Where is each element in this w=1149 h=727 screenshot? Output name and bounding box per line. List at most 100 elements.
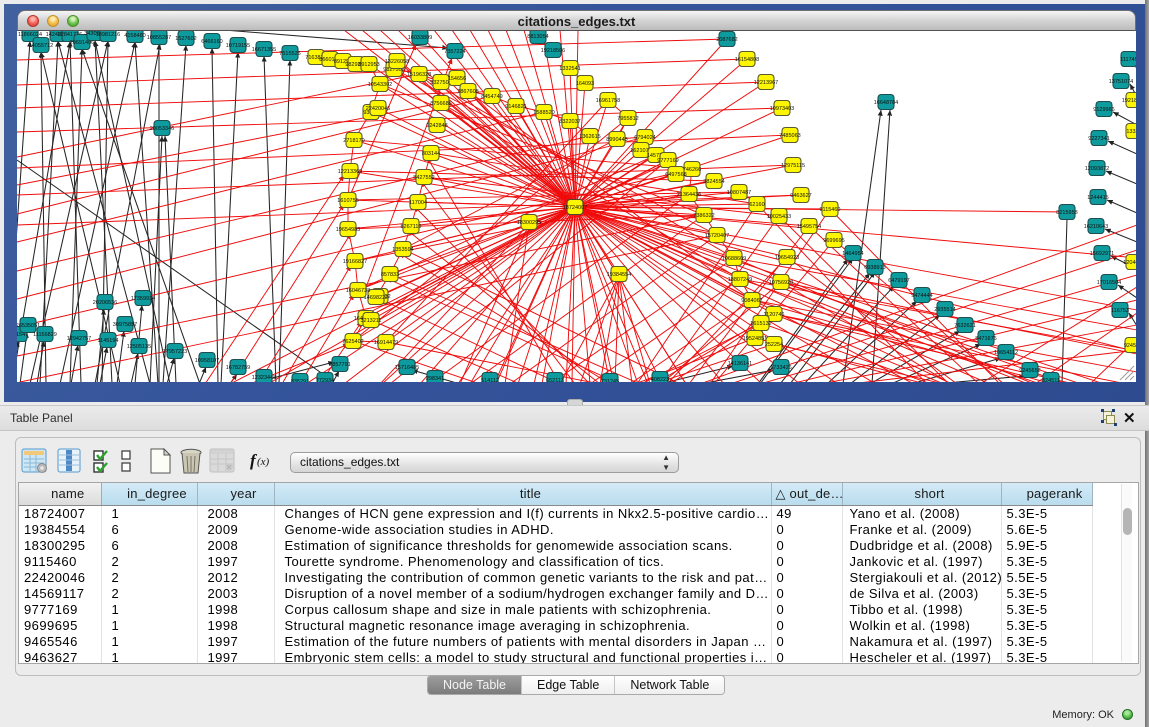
svg-text:16210643: 16210643 — [1084, 224, 1108, 230]
svg-text:20206536: 20206536 — [93, 300, 117, 306]
svg-text:9699695: 9699695 — [823, 238, 844, 244]
svg-text:11866024: 11866024 — [18, 32, 42, 38]
svg-text:12213369: 12213369 — [338, 169, 362, 175]
svg-text:19218506: 19218506 — [1122, 98, 1136, 104]
svg-text:14136141: 14136141 — [728, 361, 752, 367]
svg-text:1244415: 1244415 — [1087, 195, 1108, 201]
svg-text:7386322: 7386322 — [693, 213, 714, 219]
svg-text:12323448: 12323448 — [252, 375, 276, 381]
svg-text:19654923: 19654923 — [775, 255, 799, 261]
svg-text:12505135: 12505135 — [127, 344, 151, 350]
svg-text:15196328: 15196328 — [407, 72, 431, 78]
svg-text:15720407: 15720407 — [705, 233, 729, 239]
svg-text:1464954: 1464954 — [842, 251, 863, 257]
svg-text:(x): (x) — [257, 456, 270, 468]
svg-text:6938913: 6938913 — [864, 265, 885, 271]
svg-text:10807487: 10807487 — [727, 190, 751, 196]
svg-text:164093: 164093 — [576, 81, 594, 87]
svg-text:7515526: 7515526 — [279, 51, 300, 57]
svg-text:13226058: 13226058 — [385, 59, 409, 65]
svg-text:16671355: 16671355 — [252, 47, 276, 53]
svg-text:9084067: 9084067 — [741, 298, 762, 304]
svg-text:17016504: 17016504 — [1097, 280, 1121, 286]
svg-text:10756928: 10756928 — [769, 280, 793, 286]
svg-text:9242848: 9242848 — [426, 123, 447, 129]
svg-text:19524851: 19524851 — [743, 336, 767, 342]
svg-text:835291: 835291 — [291, 379, 309, 382]
svg-text:18807249: 18807249 — [728, 277, 752, 283]
svg-text:8990448: 8990448 — [606, 137, 627, 143]
svg-text:857833: 857833 — [381, 272, 399, 278]
svg-text:17957223: 17957223 — [163, 349, 187, 355]
svg-text:8756685: 8756685 — [430, 101, 451, 107]
svg-text:9129966: 9129966 — [1093, 107, 1114, 113]
svg-text:2935514: 2935514 — [934, 307, 955, 313]
svg-text:514112: 514112 — [481, 378, 499, 382]
svg-text:17359934: 17359934 — [131, 296, 155, 302]
svg-text:3213211: 3213211 — [360, 318, 381, 324]
svg-text:4158480: 4158480 — [124, 33, 145, 39]
svg-text:924502: 924502 — [1124, 343, 1136, 349]
svg-text:10855287: 10855287 — [147, 35, 171, 41]
svg-text:7357224: 7357224 — [444, 49, 465, 55]
svg-text:16648784: 16648784 — [874, 100, 898, 106]
svg-text:6794024: 6794024 — [634, 135, 655, 141]
svg-text:6479197: 6479197 — [888, 278, 909, 284]
svg-text:15692971: 15692971 — [1090, 251, 1114, 257]
svg-text:117004: 117004 — [409, 200, 427, 206]
svg-text:14055712: 14055712 — [29, 43, 53, 49]
svg-text:9857791: 9857791 — [329, 362, 350, 368]
svg-text:15716485: 15716485 — [395, 365, 419, 371]
svg-text:16046738: 16046738 — [346, 288, 370, 294]
svg-text:772934: 772934 — [316, 378, 334, 382]
svg-text:21364436: 21364436 — [677, 192, 701, 198]
svg-text:14698222: 14698222 — [364, 295, 388, 301]
svg-text:6497568: 6497568 — [665, 172, 686, 178]
svg-text:6466160: 6466160 — [201, 39, 222, 45]
svg-text:1332541: 1332541 — [559, 66, 580, 72]
svg-text:8427552: 8427552 — [413, 175, 434, 181]
svg-text:408223: 408223 — [651, 377, 669, 382]
svg-text:11156829: 11156829 — [33, 332, 57, 338]
svg-text:13325: 13325 — [1126, 129, 1136, 135]
svg-text:10719155: 10719155 — [226, 43, 250, 49]
svg-text:9777169: 9777169 — [657, 158, 678, 164]
svg-text:12975115: 12975115 — [781, 163, 805, 169]
svg-text:2718170: 2718170 — [343, 138, 364, 144]
svg-text:22420046: 22420046 — [366, 106, 390, 112]
svg-text:9474444: 9474444 — [911, 293, 932, 299]
svg-text:10654112: 10654112 — [994, 350, 1018, 356]
svg-text:20053346: 20053346 — [150, 126, 174, 132]
svg-text:10025433: 10025433 — [767, 214, 791, 220]
svg-text:7485063: 7485063 — [779, 133, 800, 139]
svg-text:1353594: 1353594 — [392, 247, 413, 253]
svg-text:9463627: 9463627 — [790, 193, 811, 199]
svg-text:16961758: 16961758 — [596, 98, 620, 104]
svg-text:9115460: 9115460 — [819, 207, 840, 213]
svg-text:8912953: 8912953 — [358, 62, 379, 68]
svg-text:7955812: 7955812 — [617, 116, 638, 122]
svg-text:10543302: 10543302 — [368, 82, 392, 88]
svg-text:1610755: 1610755 — [337, 198, 358, 204]
svg-text:298341: 298341 — [426, 376, 444, 382]
svg-text:30975857: 30975857 — [113, 322, 137, 328]
svg-text:2087682: 2087682 — [716, 37, 737, 43]
svg-text:7632621: 7632621 — [954, 323, 975, 329]
svg-text:12942757: 12942757 — [67, 336, 91, 342]
svg-text:16782759: 16782759 — [226, 365, 250, 371]
svg-text:116753: 116753 — [1111, 308, 1129, 314]
svg-text:8267110: 8267110 — [400, 224, 421, 230]
svg-text:16033809: 16033809 — [408, 35, 432, 41]
svg-text:18724007: 18724007 — [563, 205, 587, 211]
svg-text:824511: 824511 — [1042, 378, 1060, 382]
svg-text:10958107: 10958107 — [195, 358, 219, 364]
svg-text:19218506: 19218506 — [541, 48, 565, 54]
svg-text:19654983: 19654983 — [336, 227, 360, 233]
svg-text:12093872: 12093872 — [1085, 166, 1109, 172]
svg-text:19384554: 19384554 — [607, 272, 631, 278]
svg-text:18300295: 18300295 — [517, 220, 541, 226]
svg-text:62160: 62160 — [749, 202, 764, 208]
svg-text:15495754: 15495754 — [797, 224, 821, 230]
svg-text:9146821: 9146821 — [505, 104, 526, 110]
svg-text:1527602: 1527602 — [175, 36, 196, 42]
